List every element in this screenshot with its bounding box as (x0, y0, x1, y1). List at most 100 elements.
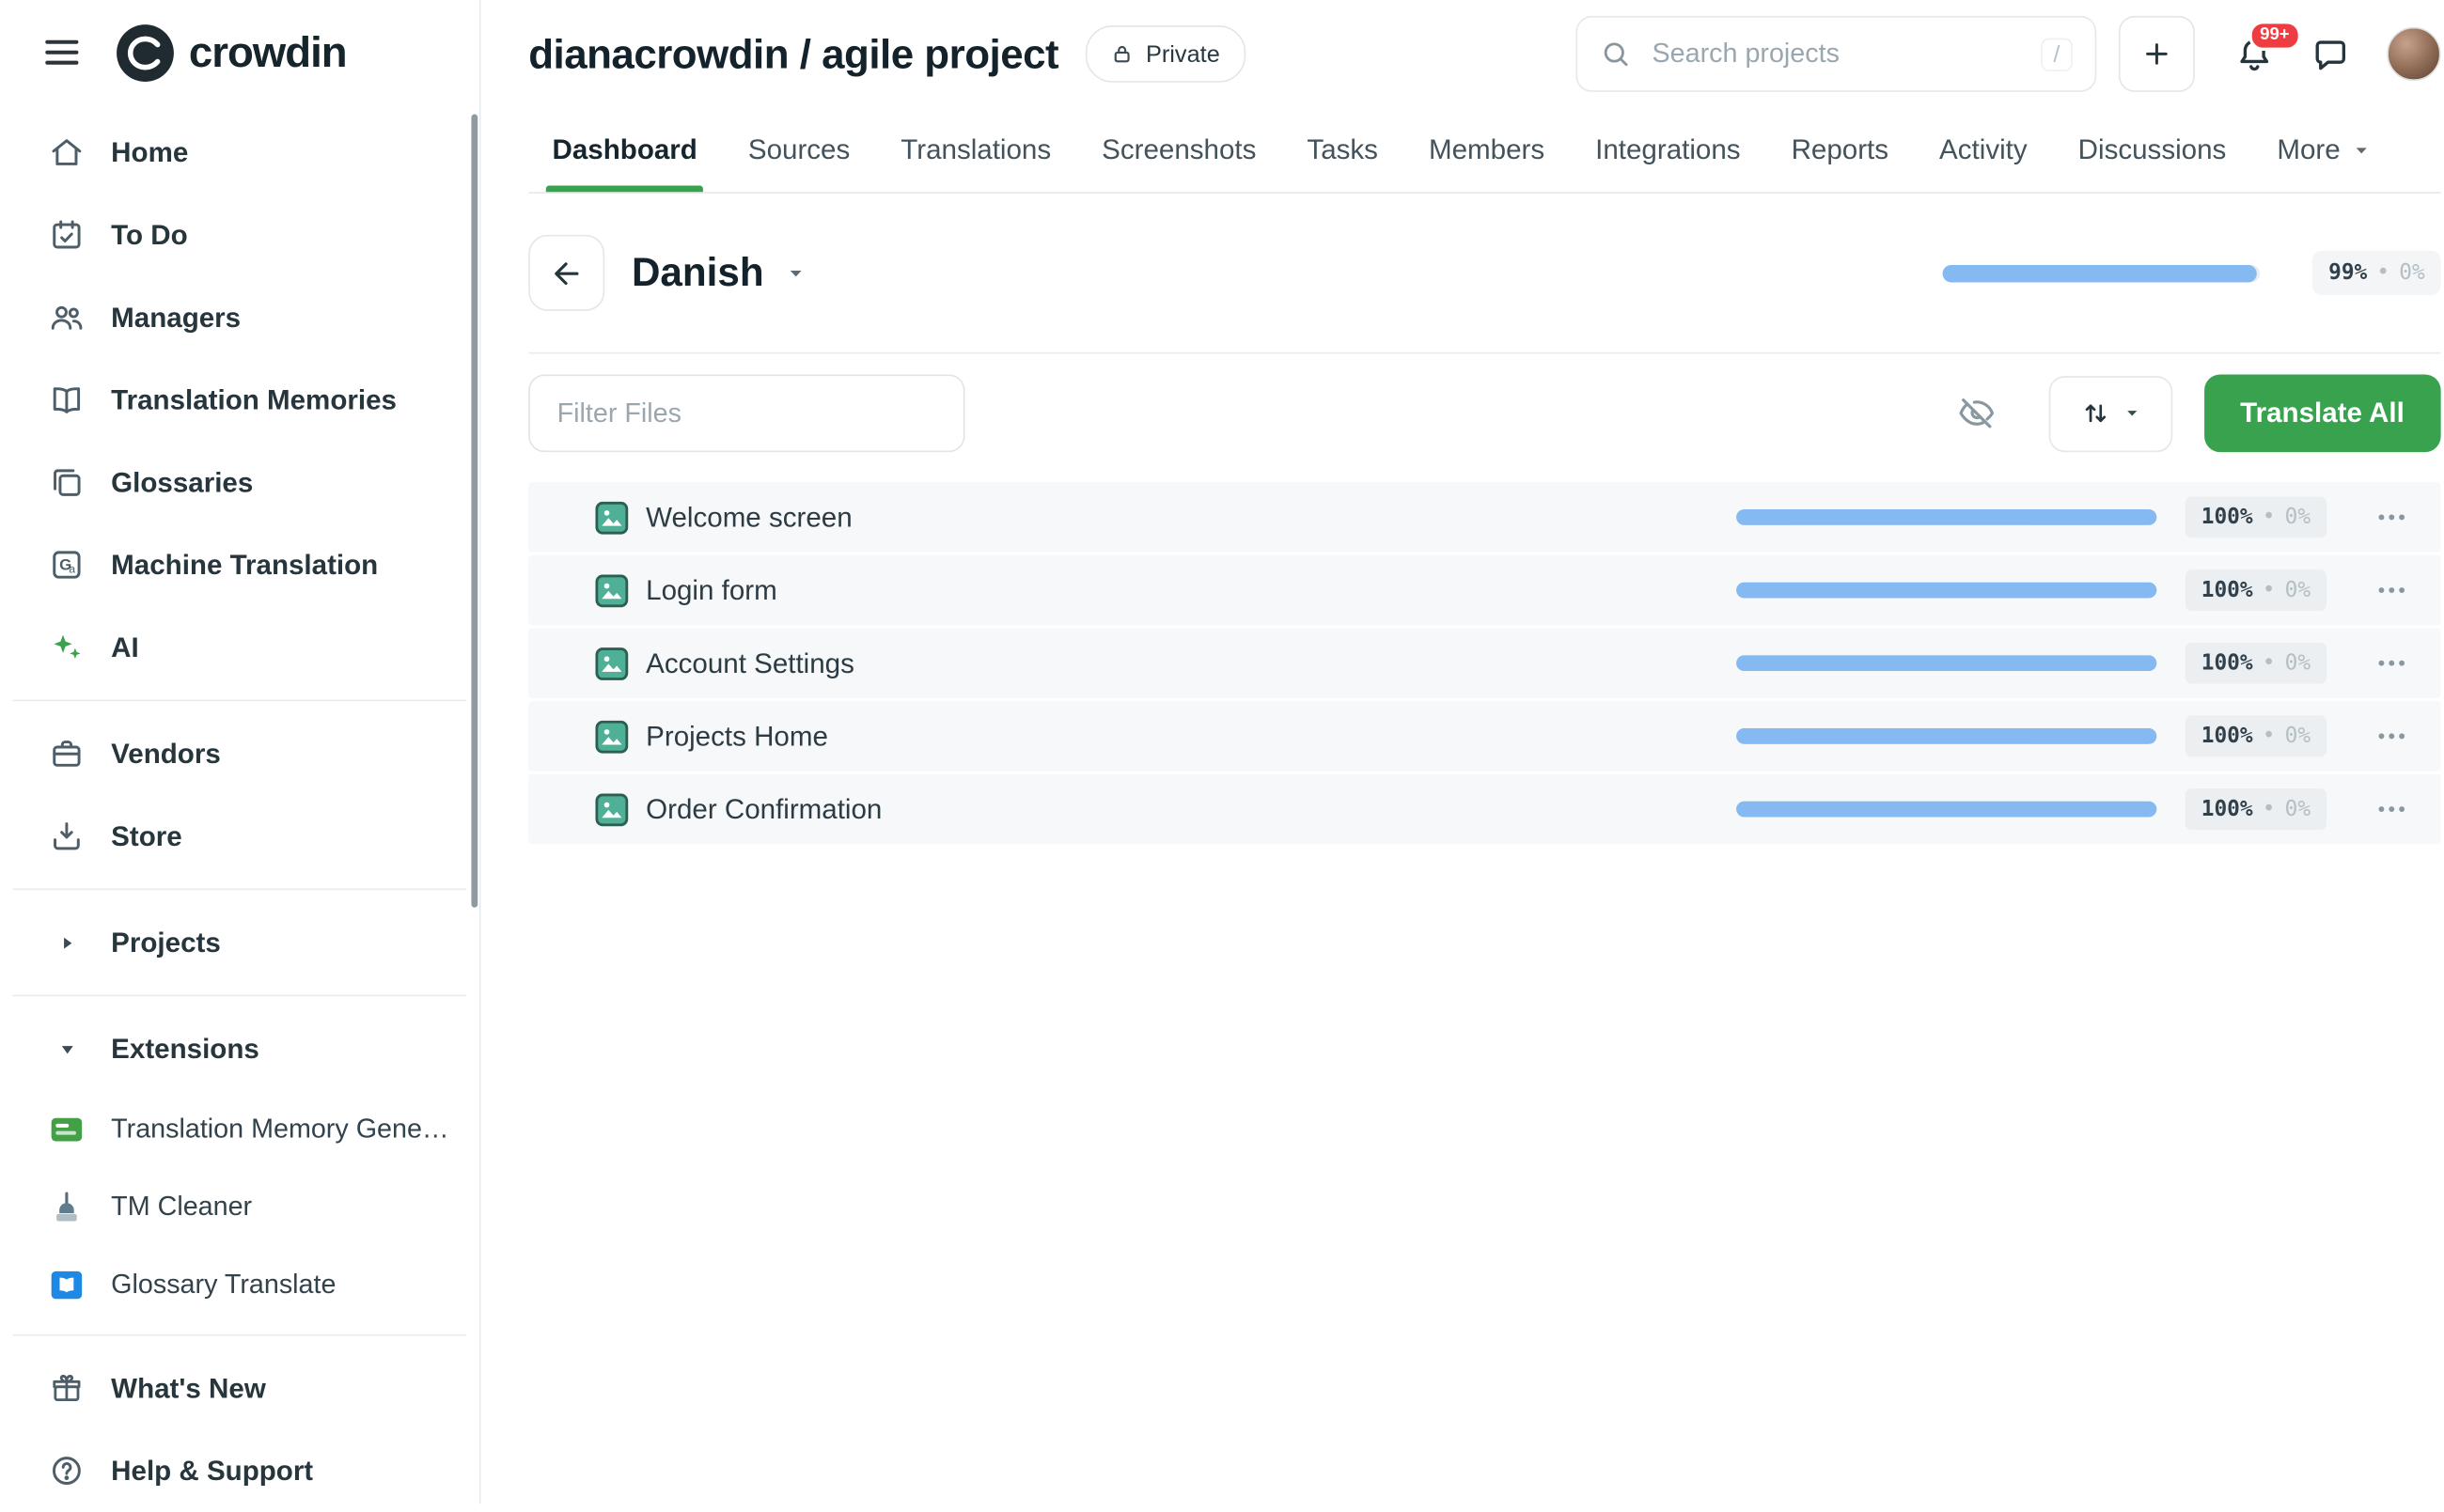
file-menu-button[interactable] (2360, 572, 2424, 607)
file-progress-stats: 100% • 0% (2186, 715, 2326, 756)
sidebar-item-tm-cleaner[interactable]: TM Cleaner (0, 1168, 479, 1246)
ellipsis-icon (2374, 719, 2409, 754)
ellipsis-icon (2374, 572, 2409, 607)
private-badge-label: Private (1146, 40, 1220, 68)
sidebar-item-store[interactable]: Store (0, 795, 479, 878)
tab-discussions[interactable]: Discussions (2076, 108, 2228, 192)
user-avatar[interactable] (2387, 27, 2440, 81)
image-file-icon (595, 501, 628, 534)
file-menu-button[interactable] (2360, 719, 2424, 754)
language-dropdown-button[interactable] (786, 262, 807, 283)
gift-icon (49, 1371, 84, 1406)
sidebar-item-tm-generator[interactable]: Translation Memory Gene… (0, 1090, 479, 1168)
back-button[interactable] (528, 235, 604, 311)
translate-all-button[interactable]: Translate All (2203, 374, 2440, 452)
breadcrumb[interactable]: dianacrowdin / agile project (528, 29, 1058, 78)
sidebar-item-managers[interactable]: Managers (0, 276, 479, 359)
language-name: Danish (632, 250, 764, 296)
sidebar-item-label: TM Cleaner (111, 1191, 252, 1223)
file-progress-stats: 100% • 0% (2186, 496, 2326, 538)
messages-button[interactable] (2311, 34, 2350, 73)
file-row[interactable]: Projects Home 100% • 0% (528, 701, 2440, 771)
tab-integrations[interactable]: Integrations (1593, 108, 1742, 192)
ellipsis-icon (2374, 500, 2409, 535)
files-toolbar: Translate All (528, 353, 2440, 482)
sidebar-item-projects[interactable]: Projects (0, 901, 479, 984)
filter-files-input[interactable] (528, 374, 964, 452)
notifications-button[interactable]: 99+ (2234, 34, 2274, 73)
sidebar-item-label: Extensions (111, 1032, 259, 1065)
sort-arrows-icon (2080, 398, 2110, 429)
tab-sources[interactable]: Sources (746, 108, 852, 192)
arrow-left-icon (550, 257, 583, 289)
file-name[interactable]: Login form (646, 573, 777, 606)
main-content: dianacrowdin / agile project Private / 9… (481, 0, 2444, 1504)
sidebar-item-whats-new[interactable]: What's New (0, 1347, 479, 1429)
file-progress-bar (1736, 655, 2156, 671)
sidebar-item-extensions[interactable]: Extensions (0, 1007, 479, 1090)
sidebar-item-glossary-translate[interactable]: Glossary Translate (0, 1245, 479, 1323)
create-project-button[interactable] (2119, 16, 2195, 92)
chevron-down-icon (786, 262, 807, 283)
tab-activity[interactable]: Activity (1937, 108, 2029, 192)
search-input[interactable] (1649, 37, 2023, 71)
app-window: crowdin Home To Do Managers Translation … (0, 0, 2444, 1504)
sidebar-item-label: Help & Support (111, 1454, 313, 1487)
language-header: Danish 99% • 0% (528, 194, 2440, 354)
tab-translations[interactable]: Translations (900, 108, 1053, 192)
glossaries-books-icon (49, 465, 84, 500)
sort-button[interactable] (2048, 375, 2172, 451)
tab-more[interactable]: More (2276, 108, 2373, 192)
file-name[interactable]: Order Confirmation (646, 792, 882, 825)
file-row[interactable]: Order Confirmation 100% • 0% (528, 774, 2440, 844)
search-shortcut-hint: / (2041, 38, 2073, 70)
sidebar-item-home[interactable]: Home (0, 111, 479, 194)
todo-calendar-icon (49, 217, 84, 252)
tab-members[interactable]: Members (1427, 108, 1546, 192)
chat-bubble-icon (2311, 34, 2350, 73)
sidebar-item-label: Translation Memory Gene… (111, 1113, 448, 1145)
file-menu-button[interactable] (2360, 646, 2424, 680)
language-progress-bar (1943, 264, 2261, 282)
sidebar-divider (13, 1334, 467, 1336)
project-tabs: Dashboard Sources Translations Screensho… (528, 108, 2440, 194)
ai-sparkles-icon (49, 630, 84, 664)
sidebar-item-glossaries[interactable]: Glossaries (0, 441, 479, 523)
file-row[interactable]: Account Settings 100% • 0% (528, 629, 2440, 698)
eye-off-icon (1956, 394, 1996, 433)
tab-dashboard[interactable]: Dashboard (551, 108, 699, 192)
tm-generator-icon (49, 1112, 84, 1146)
search-box: / (1575, 16, 2096, 92)
sidebar-item-help-support[interactable]: Help & Support (0, 1429, 479, 1512)
file-list: Welcome screen 100% • 0% Login form 100%… (528, 482, 2440, 844)
file-menu-button[interactable] (2360, 791, 2424, 826)
sidebar-item-vendors[interactable]: Vendors (0, 712, 479, 795)
language-progress: 99% • 0% (1943, 251, 2441, 295)
hide-completed-toggle[interactable] (1956, 394, 1996, 433)
sidebar-item-ai[interactable]: AI (0, 606, 479, 689)
sidebar-item-label: Translation Memories (111, 383, 397, 416)
store-download-icon (49, 818, 84, 853)
chevron-down-icon (49, 1031, 84, 1066)
chevron-down-icon (2351, 140, 2370, 159)
sidebar-item-machine-translation[interactable]: Ga Machine Translation (0, 523, 479, 606)
ellipsis-icon (2374, 646, 2409, 680)
file-menu-button[interactable] (2360, 500, 2424, 535)
machine-translation-icon: Ga (49, 547, 84, 582)
image-file-icon (595, 647, 628, 679)
managers-people-icon (49, 300, 84, 335)
file-name[interactable]: Account Settings (646, 647, 854, 679)
hamburger-menu-button[interactable] (39, 28, 86, 76)
sidebar-item-translation-memories[interactable]: Translation Memories (0, 359, 479, 442)
file-row[interactable]: Login form 100% • 0% (528, 555, 2440, 625)
sidebar-item-todo[interactable]: To Do (0, 194, 479, 276)
file-progress-stats: 100% • 0% (2186, 788, 2326, 830)
tab-tasks[interactable]: Tasks (1306, 108, 1380, 192)
sidebar-scrollbar[interactable] (471, 115, 478, 908)
tab-screenshots[interactable]: Screenshots (1100, 108, 1258, 192)
tab-reports[interactable]: Reports (1790, 108, 1890, 192)
crowdin-logo[interactable]: crowdin (116, 23, 346, 81)
file-row[interactable]: Welcome screen 100% • 0% (528, 482, 2440, 552)
file-name[interactable]: Projects Home (646, 720, 828, 753)
file-name[interactable]: Welcome screen (646, 501, 853, 534)
